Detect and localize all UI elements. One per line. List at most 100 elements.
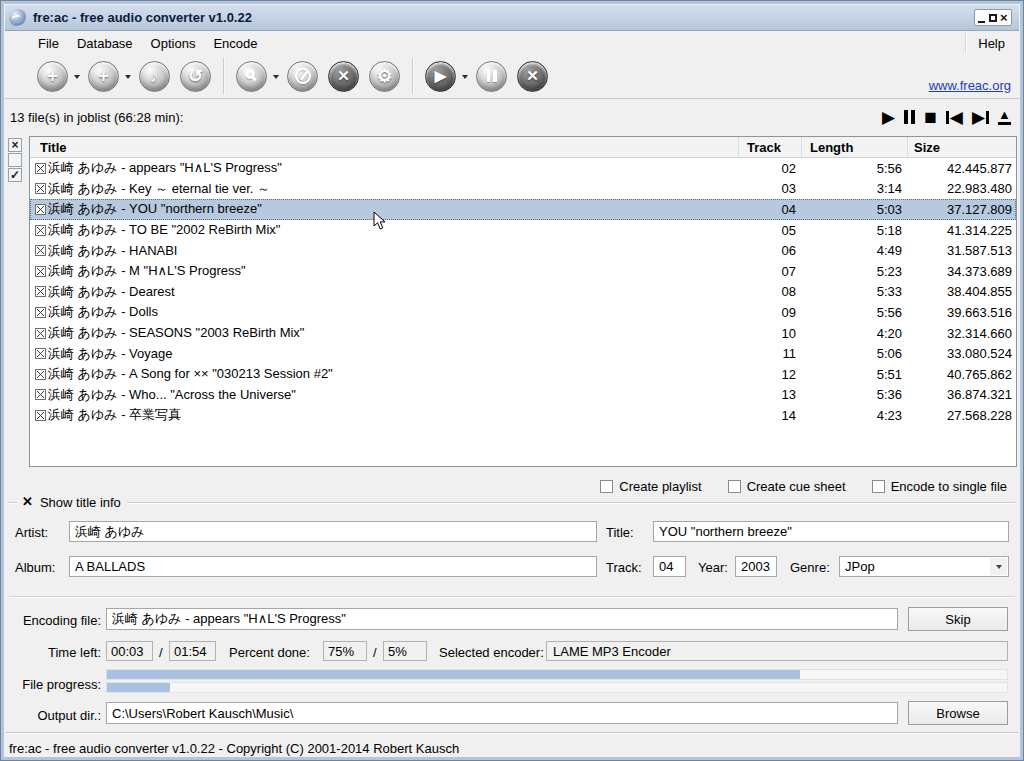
option-checkbox-item[interactable]: Encode to single file <box>872 479 1007 494</box>
title-field[interactable]: YOU "northern breeze" <box>653 521 1009 542</box>
menu-item[interactable]: Database <box>68 33 142 54</box>
statusbar-separator <box>5 732 1019 733</box>
row-checkbox-icon[interactable] <box>35 225 46 236</box>
skip-button[interactable]: Skip <box>908 607 1008 631</box>
joblist-row[interactable]: 浜崎 あゆみ - TO BE "2002 ReBirth Mix" 05 5:1… <box>30 220 1016 241</box>
row-checkbox-icon[interactable] <box>35 183 46 194</box>
section-separator <box>9 596 1015 597</box>
joblist-row[interactable]: 浜崎 あゆみ - HANABI 06 4:49 31.587.513 <box>30 240 1016 261</box>
title-label: Title: <box>606 525 634 540</box>
start-encoding-icon[interactable]: ▶ <box>425 61 456 92</box>
pause-encoding-icon[interactable] <box>476 61 507 92</box>
maximize-icon[interactable] <box>989 14 997 22</box>
joblist-side-button[interactable]: ✓ <box>8 168 22 182</box>
file-progress-label: File progress: <box>9 677 101 692</box>
row-checkbox-icon[interactable] <box>35 204 46 215</box>
minimize-icon[interactable] <box>978 21 985 23</box>
artist-field[interactable]: 浜崎 あゆみ <box>69 521 597 542</box>
add-audio-cd-icon[interactable]: + <box>88 61 119 92</box>
joblist: Title Track Length Size 浜崎 あゆみ - appears… <box>29 136 1017 467</box>
year-field[interactable]: 2003 <box>735 556 777 577</box>
add-audio-cd-dropdown-icon[interactable] <box>125 75 131 82</box>
column-header-title[interactable]: Title <box>30 137 738 157</box>
joblist-row[interactable]: 浜崎 あゆみ - A Song for ×× "030213 Session #… <box>30 364 1016 385</box>
menu-item[interactable]: Options <box>142 33 205 54</box>
menu-item[interactable]: File <box>29 33 68 54</box>
column-header-length[interactable]: Length <box>801 137 907 157</box>
play-button[interactable]: ▶ <box>882 107 895 127</box>
collapse-icon[interactable]: ✕ <box>22 496 33 508</box>
row-checkbox-icon[interactable] <box>35 389 46 400</box>
next-button[interactable]: ▶ <box>972 107 989 127</box>
pause-button[interactable] <box>904 107 915 127</box>
freac-website-link[interactable]: www.freac.org <box>929 78 1011 93</box>
cddb-query-dropdown-icon[interactable] <box>273 75 279 82</box>
column-header-track[interactable]: Track <box>738 137 801 157</box>
joblist-rows: 浜崎 あゆみ - appears "H∧L'S Progress" 02 5:5… <box>30 158 1016 466</box>
titlebar[interactable]: fre:ac - free audio converter v1.0.22 × <box>5 5 1019 31</box>
album-field[interactable]: A BALLADS <box>69 556 597 577</box>
window-controls: × <box>974 9 1012 26</box>
joblist-row[interactable]: 浜崎 あゆみ - 卒業写真 14 4:23 27.568.228 <box>30 405 1016 426</box>
chevron-down-icon[interactable] <box>990 558 1007 575</box>
row-checkbox-icon[interactable] <box>35 307 46 318</box>
percent-total-value: 5% <box>383 641 427 661</box>
joblist-row[interactable]: 浜崎 あゆみ - Who... "Across the Universe" 13… <box>30 385 1016 406</box>
start-encoding-dropdown-icon[interactable] <box>462 75 468 82</box>
close-icon[interactable]: × <box>1000 10 1008 25</box>
joblist-row[interactable]: 浜崎 あゆみ - Key ～ eternal tie ver. ～ 03 3:1… <box>30 179 1016 200</box>
option-checkbox-item[interactable]: Create cue sheet <box>728 479 846 494</box>
stop-button[interactable]: ■ <box>924 107 937 127</box>
joblist-row[interactable]: 浜崎 あゆみ - Dolls 09 5:56 39.663.516 <box>30 302 1016 323</box>
cddb-query-icon[interactable] <box>236 61 267 92</box>
general-settings-icon[interactable]: ⚙ <box>369 61 400 92</box>
joblist-row[interactable]: 浜崎 あゆみ - Dearest 08 5:33 38.404.855 <box>30 282 1016 303</box>
remove-entry-icon[interactable]: ↺ <box>180 61 211 92</box>
browse-button[interactable]: Browse <box>908 701 1008 725</box>
menu-item-help[interactable]: Help <box>966 33 1017 54</box>
row-checkbox-icon[interactable] <box>35 410 46 421</box>
add-files-icon[interactable]: + <box>37 61 68 92</box>
joblist-row[interactable]: 浜崎 あゆみ - Voyage 11 5:06 33.080.524 <box>30 343 1016 364</box>
menubar: FileDatabaseOptionsEncode Help <box>5 32 1019 54</box>
joblist-side-button[interactable]: × <box>8 138 22 152</box>
toolbar: + + ♪ ↺ ✕ ⚙ ▶ ✕ www.freac.org <box>5 54 1019 99</box>
percent-done-label: Percent done: <box>229 645 310 660</box>
selected-encoder-value: LAME MP3 Encoder <box>546 641 1008 661</box>
title-info-header: ✕ Show title info <box>9 495 1015 509</box>
transport-controls: ▶ ■ ◀ ▶ ▲ <box>882 107 1011 127</box>
row-checkbox-icon[interactable] <box>35 266 46 277</box>
joblist-side-button[interactable] <box>8 153 22 167</box>
row-checkbox-icon[interactable] <box>35 328 46 339</box>
toolbar-separator <box>412 58 413 94</box>
genre-select[interactable]: JPop <box>839 556 1009 577</box>
option-checkbox-item[interactable]: Create playlist <box>600 479 701 494</box>
output-dir-field[interactable]: C:\Users\Robert Kausch\Music\ <box>106 702 898 724</box>
joblist-row[interactable]: 浜崎 あゆみ - YOU "northern breeze" 04 5:03 3… <box>30 199 1016 220</box>
previous-button[interactable]: ◀ <box>946 107 963 127</box>
total-progress-bar <box>106 682 1008 693</box>
year-label: Year: <box>698 560 728 575</box>
checkbox-icon[interactable] <box>728 480 741 493</box>
configure-settings-icon[interactable]: ✕ <box>328 61 359 92</box>
joblist-entry-icon[interactable]: ♪ <box>139 61 170 92</box>
joblist-row[interactable]: 浜崎 あゆみ - M "H∧L'S Progress" 07 5:23 34.3… <box>30 261 1016 282</box>
eject-button[interactable]: ▲ <box>998 107 1011 127</box>
row-checkbox-icon[interactable] <box>35 245 46 256</box>
checkbox-icon[interactable] <box>872 480 885 493</box>
row-checkbox-icon[interactable] <box>35 369 46 380</box>
joblist-row[interactable]: 浜崎 あゆみ - SEASONS "2003 ReBirth Mix" 10 4… <box>30 323 1016 344</box>
row-checkbox-icon[interactable] <box>35 286 46 297</box>
track-field[interactable]: 04 <box>653 556 686 577</box>
row-checkbox-icon[interactable] <box>35 163 46 174</box>
stop-encoding-icon[interactable]: ✕ <box>517 61 548 92</box>
time-left-value: 00:03 <box>106 641 153 661</box>
encoding-file-field: 浜崎 あゆみ - appears "H∧L'S Progress" <box>106 608 898 630</box>
column-header-size[interactable]: Size <box>907 137 1016 157</box>
cddb-submit-icon[interactable] <box>287 61 318 92</box>
joblist-row[interactable]: 浜崎 あゆみ - appears "H∧L'S Progress" 02 5:5… <box>30 158 1016 179</box>
menu-item[interactable]: Encode <box>204 33 266 54</box>
add-files-dropdown-icon[interactable] <box>74 75 80 82</box>
checkbox-icon[interactable] <box>600 480 613 493</box>
row-checkbox-icon[interactable] <box>35 348 46 359</box>
